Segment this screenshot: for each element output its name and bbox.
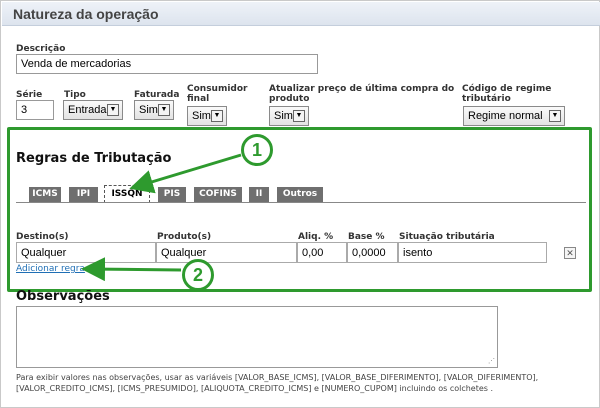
callout-arrow-2 xyxy=(81,257,182,282)
operation-panel: Natureza da operação Descrição Venda de … xyxy=(0,0,600,408)
callout-arrow-1 xyxy=(129,153,242,194)
callout-badge-1: 1 xyxy=(241,134,273,166)
callout-arrows xyxy=(81,153,242,282)
callout-badge-2: 2 xyxy=(182,259,214,291)
